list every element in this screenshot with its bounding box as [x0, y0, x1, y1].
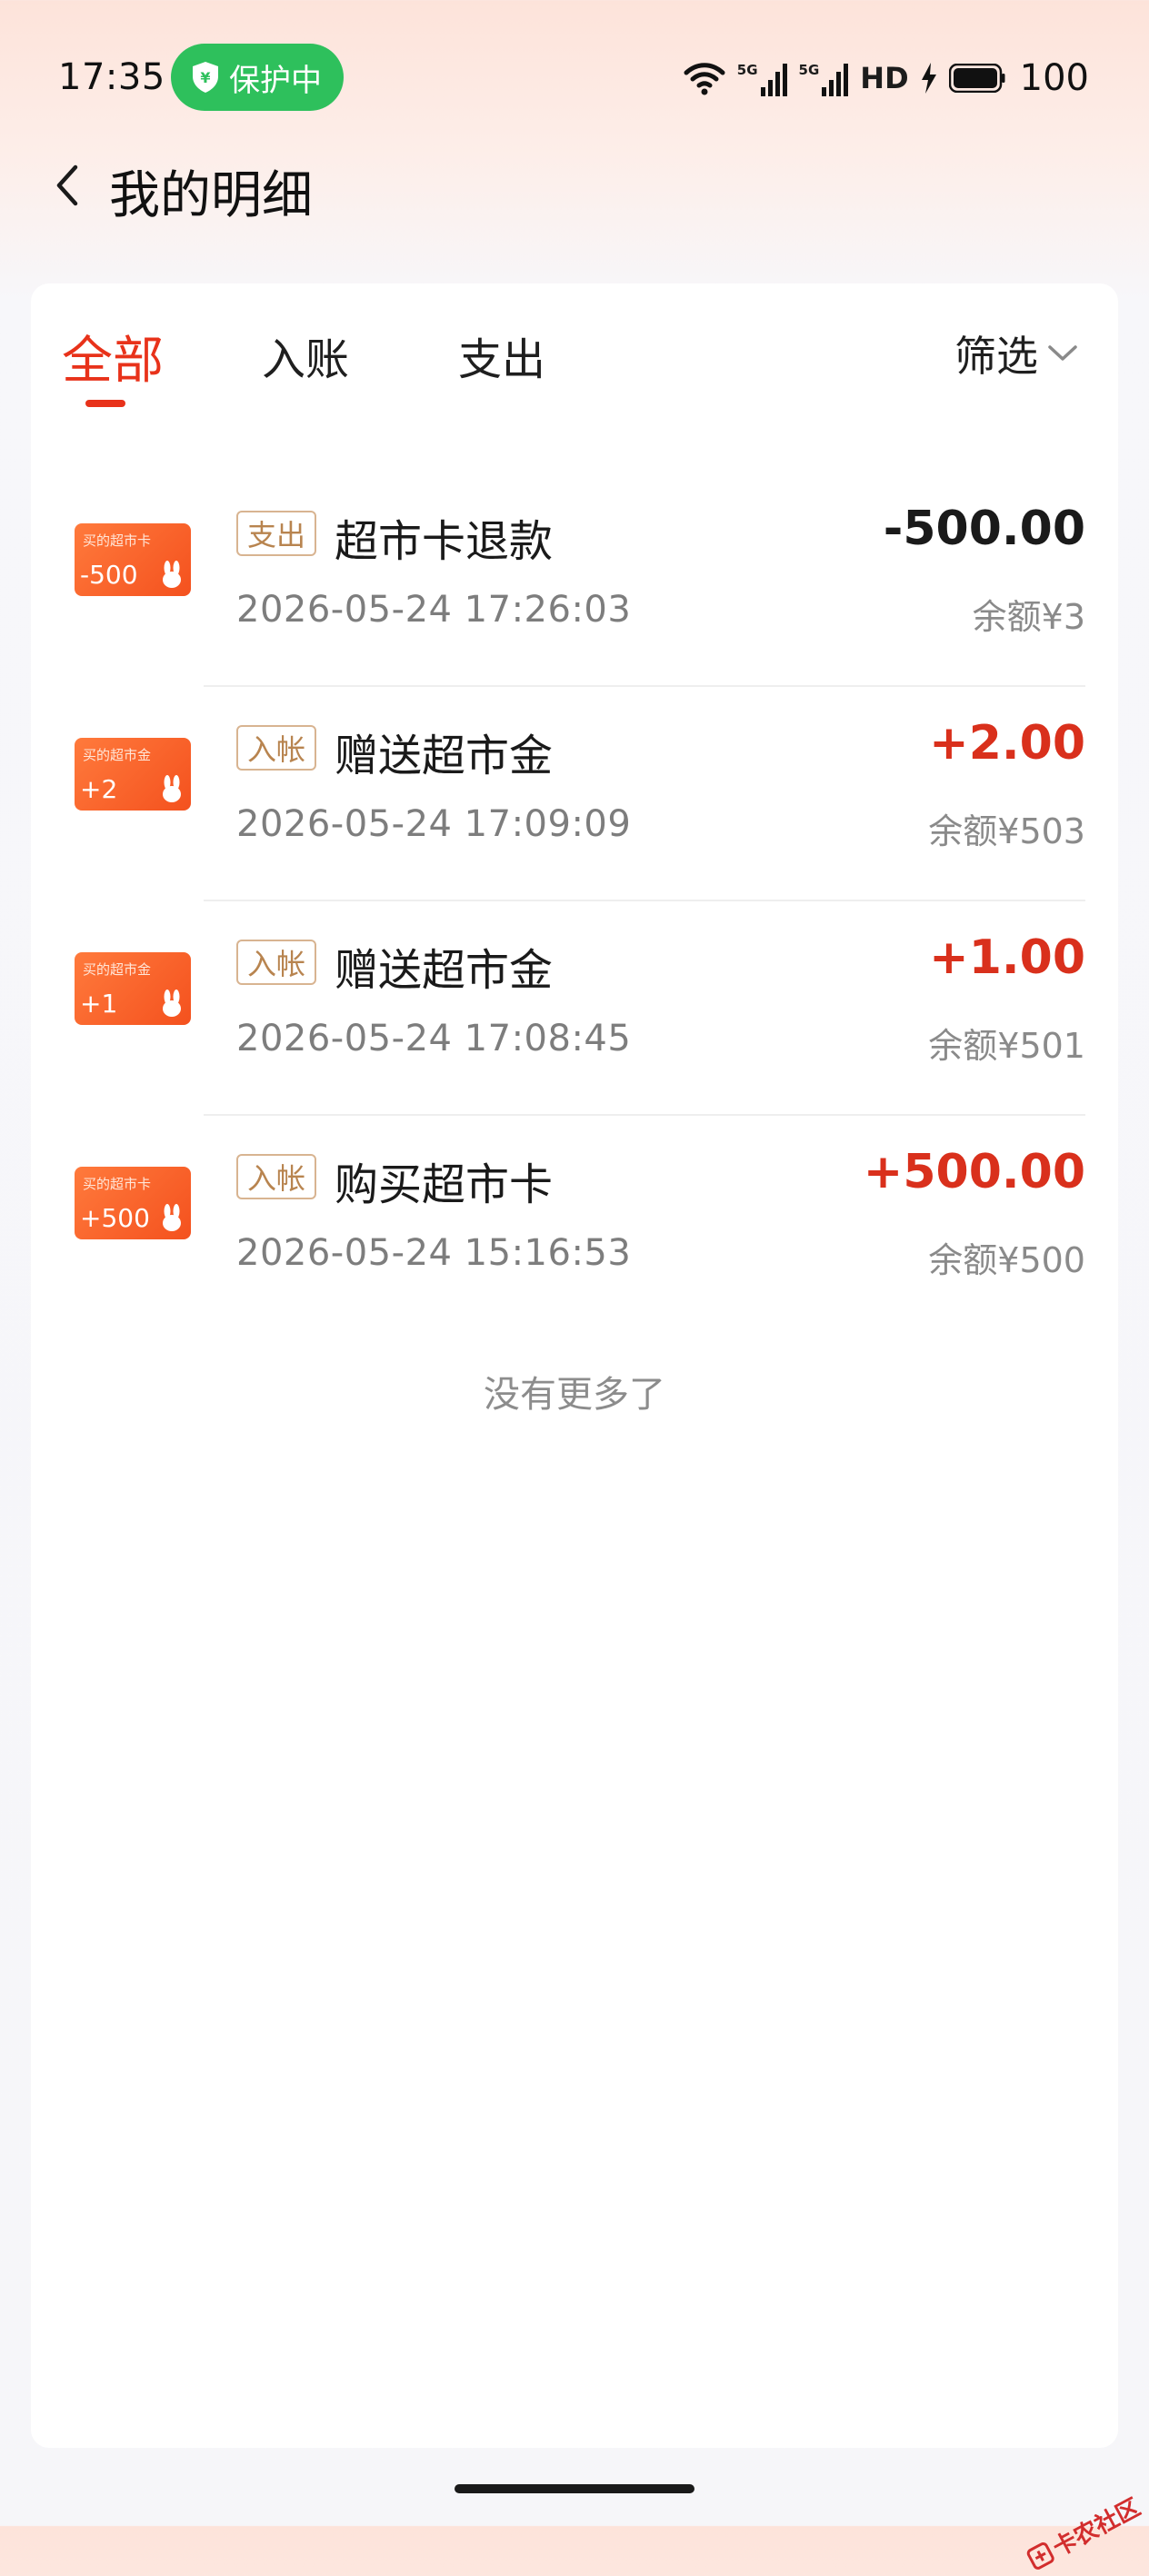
page-title: 我的明细	[109, 166, 313, 225]
tab-bar: 全部 入账 支出 筛选	[31, 323, 1118, 414]
transaction-amount: +2.00	[929, 716, 1085, 771]
transaction-amount: +1.00	[929, 930, 1085, 985]
protection-label: 保护中	[229, 62, 322, 99]
balance-after: 余额¥501	[928, 1026, 1085, 1066]
back-button[interactable]	[40, 158, 95, 213]
transaction-list: 买的超市卡 -500 支出 超市卡退款 2026-05-24 17:26:03 …	[31, 472, 1118, 1330]
status-bar: 17:35 ¥ 保护中 5G 5G HD 100	[0, 40, 1149, 113]
thumbnail-amount: +1	[80, 989, 118, 1019]
wifi-icon	[684, 63, 725, 95]
card-thumbnail: 买的超市卡 -500	[75, 523, 191, 596]
network-type-label-2: 5G	[798, 62, 820, 78]
shield-icon: ¥	[193, 62, 218, 93]
filter-button[interactable]: 筛选	[954, 323, 1078, 383]
transaction-row[interactable]: 买的超市卡 +500 入帐 购买超市卡 2026-05-24 15:16:53 …	[31, 1116, 1118, 1330]
active-tab-indicator	[85, 400, 125, 407]
transaction-time: 2026-05-24 15:16:53	[236, 1232, 632, 1274]
chevron-down-icon	[1048, 345, 1077, 361]
type-badge: 入帐	[236, 725, 317, 771]
page-header: 我的明细	[0, 145, 1149, 227]
type-badge: 入帐	[236, 1154, 317, 1199]
status-icons: 5G 5G HD 100	[683, 56, 1089, 100]
thumbnail-title: 买的超市卡	[83, 532, 152, 549]
transaction-time: 2026-05-24 17:09:09	[236, 803, 632, 845]
bunny-icon	[163, 990, 181, 1017]
tab-all[interactable]: 全部	[62, 320, 164, 393]
transaction-row[interactable]: 买的超市卡 -500 支出 超市卡退款 2026-05-24 17:26:03 …	[31, 472, 1118, 687]
transaction-title: 购买超市卡	[335, 1159, 554, 1210]
transaction-title: 赠送超市金	[335, 731, 554, 781]
cellular-signal-2: 5G	[799, 60, 850, 96]
thumbnail-amount: +500	[80, 1203, 150, 1233]
thumbnail-title: 买的超市卡	[83, 1176, 152, 1192]
charging-bolt-icon	[921, 63, 936, 94]
card-thumbnail: 买的超市卡 +500	[75, 1167, 191, 1239]
bunny-icon	[163, 1204, 181, 1231]
transaction-row[interactable]: 买的超市金 +2 入帐 赠送超市金 2026-05-24 17:09:09 +2…	[31, 687, 1118, 901]
thumbnail-amount: -500	[80, 560, 138, 590]
details-card: 全部 入账 支出 筛选 买的超市卡 -500 支出 超市卡退款 2026-05-…	[31, 283, 1118, 2448]
transaction-time: 2026-05-24 17:08:45	[236, 1018, 632, 1059]
transaction-row[interactable]: 买的超市金 +1 入帐 赠送超市金 2026-05-24 17:08:45 +1…	[31, 901, 1118, 1116]
bunny-icon	[163, 775, 181, 802]
thumbnail-title: 买的超市金	[83, 961, 152, 978]
filter-label: 筛选	[954, 332, 1038, 381]
transaction-title: 赠送超市金	[335, 945, 554, 996]
transaction-amount: -500.00	[883, 502, 1085, 556]
chevron-left-icon	[56, 164, 78, 206]
tab-income[interactable]: 入账	[262, 323, 349, 387]
watermark-text: 卡农社区	[1048, 2493, 1145, 2562]
balance-after: 余额¥3	[972, 597, 1085, 637]
balance-after: 余额¥503	[928, 811, 1085, 851]
status-time: 17:35	[58, 56, 165, 98]
transaction-title: 超市卡退款	[335, 516, 554, 567]
signal-bars-icon	[760, 64, 787, 96]
hd-voice-label: HD	[860, 61, 909, 95]
card-thumbnail: 买的超市金 +2	[75, 738, 191, 811]
watermark: 卡农社区	[1022, 2489, 1145, 2576]
balance-after: 余额¥500	[928, 1240, 1085, 1280]
end-of-list-text: 没有更多了	[484, 1374, 665, 1416]
type-badge: 支出	[236, 511, 317, 556]
transaction-amount: +500.00	[863, 1145, 1085, 1199]
cellular-signal-1: 5G	[737, 60, 788, 96]
thumbnail-title: 买的超市金	[83, 747, 152, 763]
protection-status-pill[interactable]: ¥ 保护中	[171, 44, 344, 111]
card-thumbnail: 买的超市金 +1	[75, 952, 191, 1025]
svg-text:¥: ¥	[200, 69, 210, 86]
battery-level: 100	[1019, 57, 1089, 99]
home-indicator[interactable]	[455, 2484, 694, 2493]
signal-bars-icon	[822, 64, 849, 96]
bunny-icon	[163, 561, 181, 588]
network-type-label: 5G	[736, 62, 758, 78]
transaction-time: 2026-05-24 17:26:03	[236, 589, 632, 631]
battery-icon	[948, 64, 1005, 93]
type-badge: 入帐	[236, 940, 317, 985]
thumbnail-amount: +2	[80, 774, 118, 804]
tab-expense[interactable]: 支出	[458, 323, 545, 387]
